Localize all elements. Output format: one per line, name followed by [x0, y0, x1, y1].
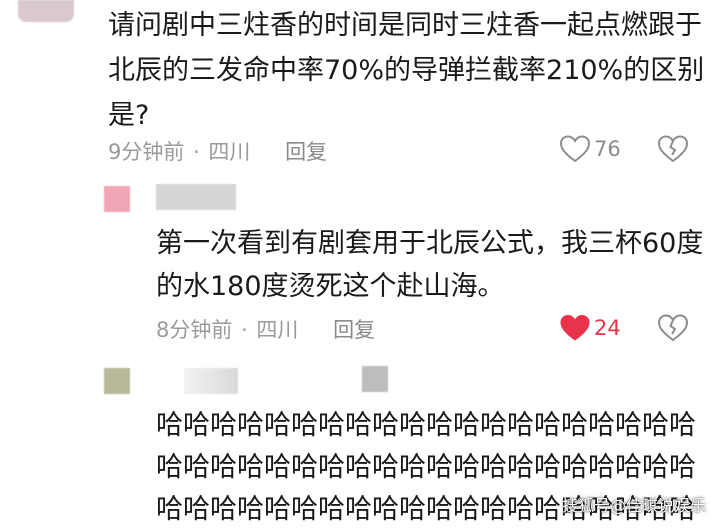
like-count: 24	[594, 316, 621, 340]
comment-text-line: 第一次看到有剧套用于北辰公式，我三杯60度	[156, 228, 704, 259]
comment-text-line: 的水180度烫死这个赴山海。	[156, 271, 505, 302]
comment-meta: 8分钟前 · 四川 回复	[156, 314, 377, 344]
timestamp: 8分钟前	[156, 318, 233, 342]
heart-filled-icon[interactable]	[560, 314, 590, 342]
watermark: 搜狐号@佳琪说娱乐	[561, 496, 706, 515]
like-count: 76	[594, 137, 621, 161]
location: 四川	[256, 318, 299, 342]
comment-text-line: 北辰的三发命中率70%的导弹拦截率210%的区别	[108, 55, 705, 86]
reply-button[interactable]: 回复	[333, 318, 375, 342]
reply-button[interactable]: 回复	[285, 140, 327, 164]
avatar[interactable]	[104, 186, 130, 212]
separator-dot: ·	[193, 140, 207, 164]
separator-dot: ·	[241, 318, 255, 342]
badge-redacted	[362, 366, 388, 392]
comment-text-line: 哈哈哈哈哈哈哈哈哈哈哈哈哈哈哈哈哈哈哈哈	[156, 410, 696, 441]
username-redacted	[156, 184, 236, 210]
broken-heart-icon[interactable]	[658, 314, 688, 342]
avatar[interactable]	[104, 368, 130, 394]
username-redacted	[184, 368, 238, 394]
comment-text-line: 哈哈哈哈哈哈哈哈哈哈哈哈哈哈哈哈哈哈哈哈	[156, 452, 696, 483]
heart-outline-icon[interactable]	[560, 135, 590, 163]
location: 四川	[208, 140, 251, 164]
broken-heart-icon[interactable]	[658, 135, 688, 163]
comment-text-line: 请问剧中三炷香的时间是同时三炷香一起点燃跟于	[108, 10, 702, 41]
comment-meta: 9分钟前 · 四川 回复	[108, 136, 329, 166]
avatar[interactable]	[18, 0, 74, 22]
timestamp: 9分钟前	[108, 140, 185, 164]
comment-text-line: 是?	[108, 100, 150, 131]
